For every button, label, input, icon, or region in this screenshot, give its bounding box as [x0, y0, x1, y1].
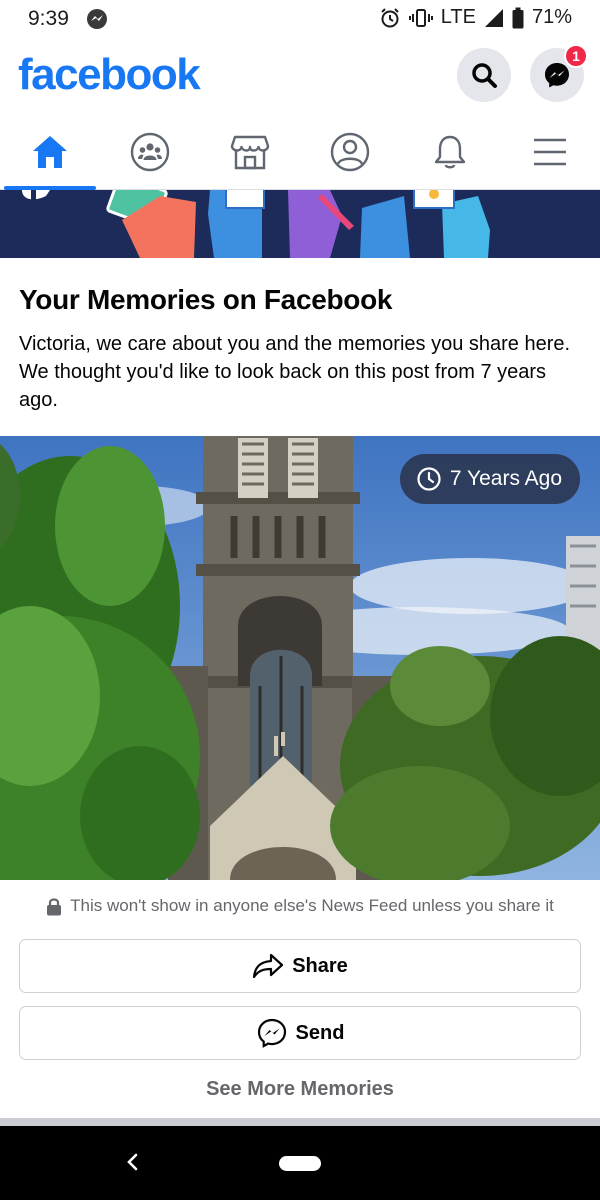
home-gesture-pill[interactable]: [279, 1156, 321, 1171]
system-navigation-bar: [0, 1126, 600, 1200]
search-button[interactable]: [457, 48, 511, 102]
tab-notifications[interactable]: [400, 114, 500, 189]
send-button[interactable]: Send: [19, 1006, 581, 1060]
back-icon[interactable]: [124, 1150, 142, 1174]
vibrate-icon: [408, 7, 433, 29]
tab-marketplace[interactable]: [200, 114, 300, 189]
menu-icon: [534, 138, 566, 165]
tab-menu[interactable]: [500, 114, 600, 189]
years-ago-label: 7 Years Ago: [449, 467, 562, 490]
facebook-logo[interactable]: facebook: [18, 50, 201, 100]
memory-description: Victoria, we care about you and the memo…: [19, 333, 571, 411]
bell-icon: [434, 135, 466, 168]
tab-groups[interactable]: [100, 114, 200, 189]
tab-home[interactable]: [0, 114, 100, 190]
privacy-note: This won't show in anyone else's News Fe…: [0, 896, 600, 916]
messenger-badge: 1: [564, 44, 588, 68]
signal-icon: [484, 8, 504, 28]
home-icon: [33, 135, 67, 168]
status-bar: 9:39 LTE 71%: [0, 0, 600, 38]
marketplace-icon: [230, 135, 270, 169]
search-icon: [472, 63, 497, 88]
profile-icon: [330, 132, 370, 171]
alarm-icon: [379, 7, 401, 29]
send-label: Send: [295, 1021, 345, 1044]
battery-percent: 71%: [531, 6, 572, 28]
share-icon: [253, 953, 284, 979]
privacy-note-text: This won't show in anyone else's News Fe…: [70, 896, 554, 915]
status-indicators: LTE 71%: [379, 6, 572, 29]
lock-icon: [47, 897, 62, 915]
messenger-notification-icon: [86, 8, 108, 30]
clock-icon: [417, 467, 441, 491]
messenger-button[interactable]: 1: [530, 44, 588, 102]
status-time: 9:39: [28, 7, 69, 30]
network-label: LTE: [440, 6, 476, 28]
see-more-memories-link[interactable]: See More Memories: [0, 1078, 600, 1101]
memory-photo[interactable]: 7 Years Ago: [0, 436, 600, 880]
share-label: Share: [292, 954, 348, 977]
tab-profile[interactable]: [300, 114, 400, 189]
app-header: facebook 1: [0, 38, 600, 114]
memories-banner-illustration: [0, 190, 600, 258]
tab-bar: [0, 114, 600, 190]
share-button[interactable]: Share: [19, 939, 581, 993]
section-divider: [0, 1118, 600, 1126]
battery-icon: [512, 7, 524, 29]
years-ago-chip: 7 Years Ago: [399, 454, 580, 504]
groups-icon: [130, 132, 170, 171]
memory-title: Your Memories on Facebook: [19, 284, 393, 315]
messenger-icon: [257, 1018, 286, 1048]
